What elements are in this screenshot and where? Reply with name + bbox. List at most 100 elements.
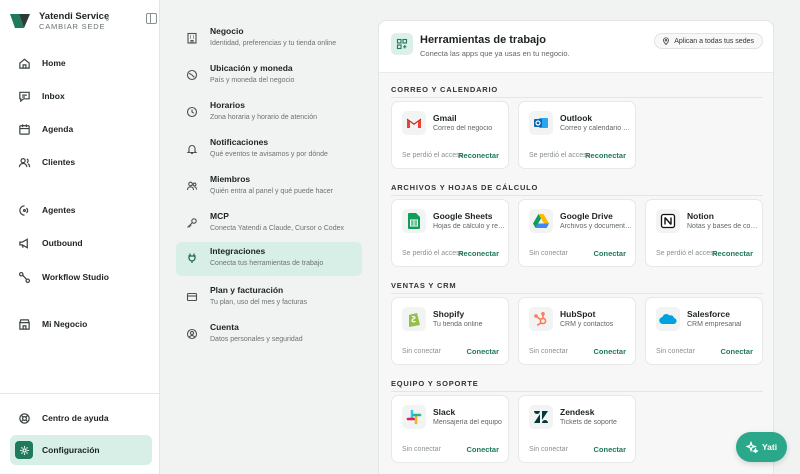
integration-name: Salesforce xyxy=(687,309,730,319)
integration-desc: CRM empresarial xyxy=(687,321,742,328)
reconnect-button[interactable]: Reconectar xyxy=(458,151,499,160)
outlook-icon xyxy=(529,111,553,135)
section-title: VENTAS Y CRM xyxy=(391,281,457,290)
sidebar-item-workflow-studio[interactable]: Workflow Studio xyxy=(10,262,152,292)
integration-name: Gmail xyxy=(433,113,457,123)
connect-button[interactable]: Conectar xyxy=(593,249,626,258)
sidebar: Yatendi Service CAMBIAR SEDE ⇕ Home Inbo… xyxy=(0,0,160,474)
megaphone-icon xyxy=(19,237,28,249)
plug-icon xyxy=(188,253,196,263)
integration-desc: Archivos y documentos xyxy=(560,223,632,230)
sidebar-item-label: Outbound xyxy=(42,238,83,248)
integration-status: Se perdió el acceso xyxy=(402,250,464,257)
chevron-updown-icon[interactable]: ⇕ xyxy=(104,14,111,23)
settings-item-cuenta[interactable]: Cuenta Datos personales y seguridad xyxy=(176,318,362,352)
yati-label: Yati xyxy=(761,442,778,452)
integration-status: Sin conectar xyxy=(529,348,568,355)
card-icon xyxy=(186,292,198,302)
integration-desc: Mensajería del equipo xyxy=(433,419,502,426)
settings-item-plan[interactable]: Plan y facturación Tu plan, uso del mes y… xyxy=(176,281,362,315)
integration-status: Sin conectar xyxy=(402,446,441,453)
site-switcher[interactable]: Yatendi Service CAMBIAR SEDE ⇕ xyxy=(10,8,157,34)
settings-item-title: Integraciones xyxy=(210,246,266,256)
integration-name: HubSpot xyxy=(560,309,596,319)
settings-item-title: Notificaciones xyxy=(210,137,269,147)
integration-card-shopify: Shopify Tu tienda online Sin conectar Co… xyxy=(391,297,509,365)
settings-item-desc: Zona horaria y horario de atención xyxy=(210,114,318,121)
integration-name: Zendesk xyxy=(560,407,595,417)
globe-icon xyxy=(186,69,198,81)
sidebar-item-label: Home xyxy=(42,58,66,68)
home-icon xyxy=(19,58,30,69)
sidebar-item-clientes[interactable]: Clientes xyxy=(10,147,152,177)
integration-status: Sin conectar xyxy=(529,250,568,257)
shopify-icon xyxy=(402,307,426,331)
integrations-icon xyxy=(391,33,413,55)
sidebar-item-agenda[interactable]: Agenda xyxy=(10,114,152,144)
building-icon xyxy=(187,32,197,44)
hubspot-icon xyxy=(529,307,553,331)
integration-card-gmail: Gmail Correo del negocio Se perdió el ac… xyxy=(391,101,509,169)
settings-item-notificaciones[interactable]: Notificaciones Qué eventos te avisamos y … xyxy=(176,133,362,167)
integration-card-salesforce: Salesforce CRM empresarial Sin conectar … xyxy=(645,297,763,365)
section-divider xyxy=(391,97,763,98)
settings-item-integraciones[interactable]: Integraciones Conecta tus herramientas de… xyxy=(176,242,362,276)
integration-card-zendesk: Zendesk Tickets de soporte Sin conectar … xyxy=(518,395,636,463)
settings-item-ubicacion[interactable]: Ubicación y moneda País y moneda del nego… xyxy=(176,59,362,93)
page-title: Herramientas de trabajo xyxy=(420,34,546,46)
integration-status: Se perdió el acceso xyxy=(529,152,591,159)
sidebar-item-inbox[interactable]: Inbox xyxy=(10,81,152,111)
section-title: CORREO Y CALENDARIO xyxy=(391,85,499,94)
integration-desc: Tickets de soporte xyxy=(560,419,617,426)
connect-button[interactable]: Conectar xyxy=(466,445,499,454)
page-subtitle: Conecta las apps que ya usas en tu negoc… xyxy=(420,49,570,58)
reconnect-button[interactable]: Reconectar xyxy=(712,249,753,258)
sidebar-item-centro-de-ayuda[interactable]: Centro de ayuda xyxy=(10,403,152,433)
connect-button[interactable]: Conectar xyxy=(593,445,626,454)
yati-assistant-button[interactable]: Yati xyxy=(736,432,787,462)
settings-item-mcp[interactable]: MCP Conecta Yatendi a Claude, Cursor o Co… xyxy=(176,207,362,241)
sidebar-item-home[interactable]: Home xyxy=(10,48,152,78)
zendesk-icon xyxy=(529,405,553,429)
scope-badge: Aplican a todas tus sedes xyxy=(654,33,763,49)
settings-item-horarios[interactable]: Horarios Zona horaria y horario de atenci… xyxy=(176,96,362,130)
store-icon xyxy=(19,318,30,330)
salesforce-icon xyxy=(656,307,680,331)
sidebar-item-configuracion[interactable]: Configuración xyxy=(10,435,152,465)
integration-desc: Tu tienda online xyxy=(433,321,483,328)
reconnect-button[interactable]: Reconectar xyxy=(585,151,626,160)
business-name: Yatendi Service xyxy=(39,10,110,22)
section-divider xyxy=(391,293,763,294)
integration-status: Se perdió el acceso xyxy=(656,250,718,257)
integration-name: Slack xyxy=(433,407,456,417)
connect-button[interactable]: Conectar xyxy=(593,347,626,356)
collapse-sidebar-icon[interactable] xyxy=(146,13,157,24)
integration-name: Shopify xyxy=(433,309,465,319)
integration-card-hubspot: HubSpot CRM y contactos Sin conectar Con… xyxy=(518,297,636,365)
integration-status: Sin conectar xyxy=(656,348,695,355)
settings-item-desc: Conecta tus herramientas de trabajo xyxy=(210,260,324,267)
slack-icon xyxy=(402,405,426,429)
gear-icon xyxy=(19,445,29,455)
sidebar-item-agentes[interactable]: Agentes xyxy=(10,195,152,225)
integration-card-slack: Slack Mensajería del equipo Sin conectar… xyxy=(391,395,509,463)
connect-button[interactable]: Conectar xyxy=(466,347,499,356)
sidebar-item-mi-negocio[interactable]: Mi Negocio xyxy=(10,309,152,339)
inbox-icon xyxy=(19,91,30,102)
settings-item-desc: Qué eventos te avisamos y por dónde xyxy=(210,151,328,158)
connect-button[interactable]: Conectar xyxy=(720,347,753,356)
reconnect-button[interactable]: Reconectar xyxy=(458,249,499,258)
sidebar-item-label: Mi Negocio xyxy=(42,319,88,329)
sidebar-item-label: Clientes xyxy=(42,157,76,167)
settings-item-desc: Conecta Yatendi a Claude, Cursor o Codex xyxy=(210,225,344,232)
integration-desc: Notas y bases de conocimiento xyxy=(687,223,759,230)
sparkle-icon xyxy=(745,441,758,453)
scope-badge-label: Aplican a todas tus sedes xyxy=(674,37,754,45)
sidebar-item-outbound[interactable]: Outbound xyxy=(10,228,152,258)
settings-item-negocio[interactable]: Negocio Identidad, preferencias y tu tien… xyxy=(176,22,362,56)
settings-item-miembros[interactable]: Miembros Quién entra al panel y qué puede… xyxy=(176,170,362,204)
sidebar-item-label: Agenda xyxy=(42,124,74,134)
drive-icon xyxy=(529,209,553,233)
gmail-icon xyxy=(402,111,426,135)
users-icon xyxy=(18,157,31,167)
